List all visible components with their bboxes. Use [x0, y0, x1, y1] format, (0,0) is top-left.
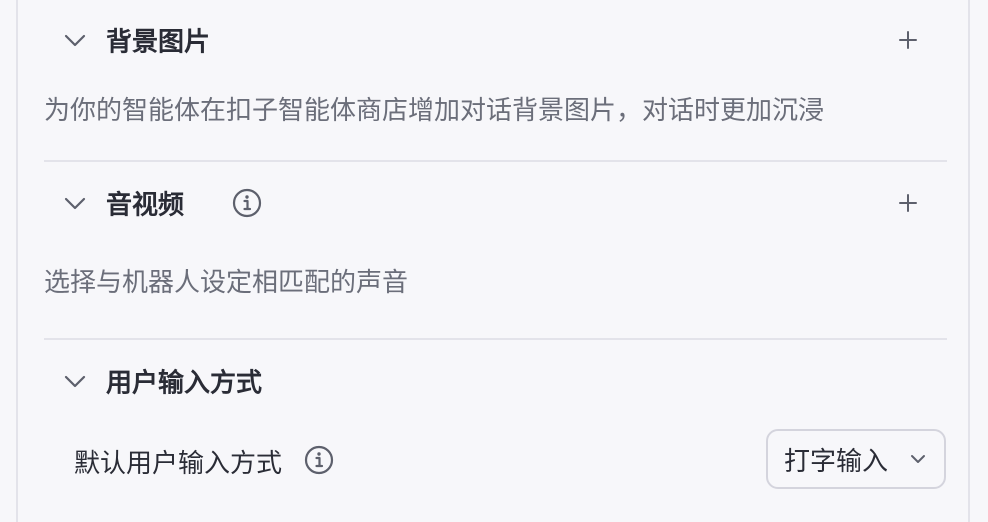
info-icon[interactable]	[304, 445, 334, 475]
info-icon[interactable]	[232, 188, 262, 218]
settings-panel: 背景图片 为你的智能体在扣子智能体商店增加对话背景图片，对话时更加沉浸 音视频 …	[16, 0, 970, 522]
select-value: 打字输入	[784, 446, 889, 477]
default-input-method-label: 默认用户输入方式	[74, 449, 283, 479]
plus-icon[interactable]	[897, 192, 919, 214]
chevron-down-icon[interactable]	[62, 368, 88, 394]
section-header-background-image[interactable]: 背景图片	[44, 20, 947, 60]
section-title: 背景图片	[106, 27, 211, 58]
section-title: 用户输入方式	[106, 368, 263, 399]
divider	[44, 338, 947, 340]
section-description: 为你的智能体在扣子智能体商店增加对话背景图片，对话时更加沉浸	[44, 96, 825, 126]
chevron-down-icon	[908, 449, 928, 469]
section-header-user-input-method[interactable]: 用户输入方式	[44, 361, 947, 401]
chevron-down-icon[interactable]	[62, 27, 88, 53]
plus-icon[interactable]	[897, 29, 919, 51]
input-method-select[interactable]: 打字输入	[766, 429, 946, 489]
chevron-down-icon[interactable]	[62, 190, 88, 216]
section-header-audio-video[interactable]: 音视频	[44, 183, 947, 223]
section-description: 选择与机器人设定相匹配的声音	[44, 268, 409, 298]
divider	[44, 160, 947, 162]
section-title: 音视频	[106, 190, 185, 221]
